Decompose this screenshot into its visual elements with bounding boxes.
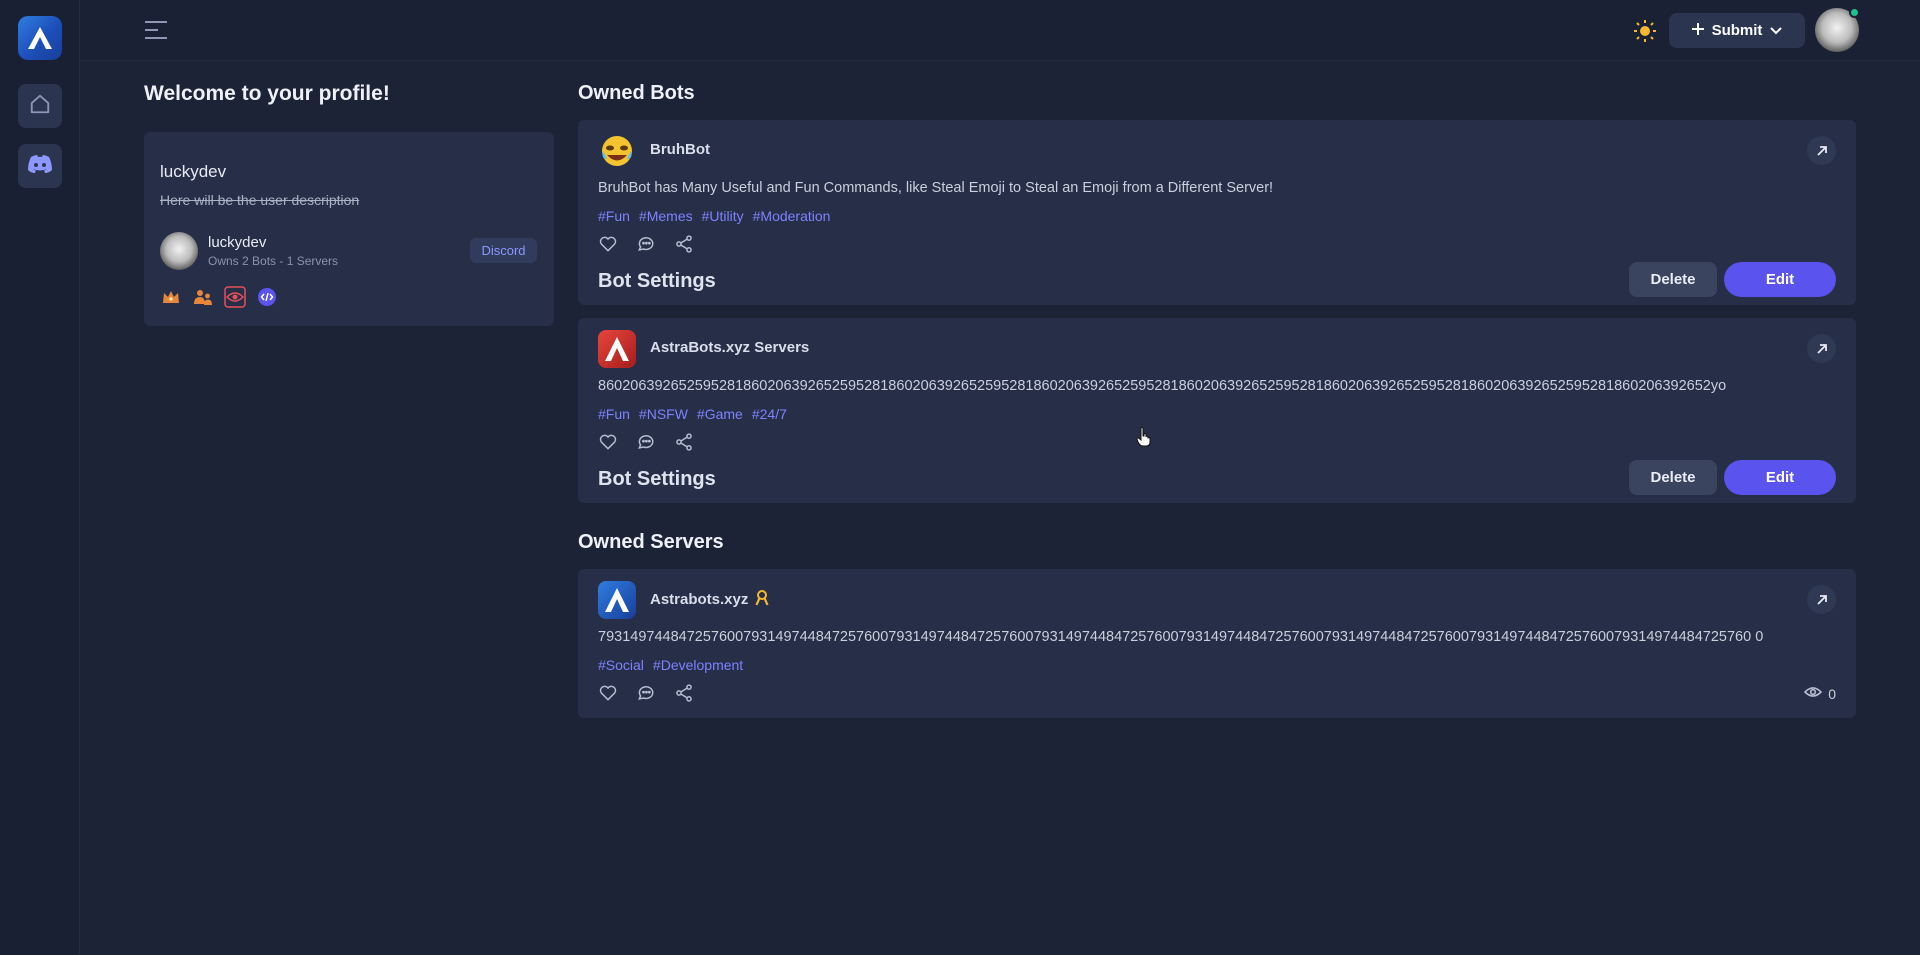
online-status-dot (1849, 7, 1860, 18)
heart-icon[interactable] (598, 234, 618, 254)
bot-description: BruhBot has Many Useful and Fun Commands… (598, 180, 1274, 196)
bot-card: BruhBot BruhBot has Many Useful and Fun … (578, 120, 1856, 305)
comment-icon[interactable] (636, 683, 656, 703)
code-icon (256, 286, 278, 308)
tag[interactable]: #Development (653, 657, 743, 673)
edit-button[interactable]: Edit (1724, 460, 1836, 495)
discord-button[interactable]: Discord (470, 238, 537, 263)
page-title: Welcome to your profile! (144, 82, 390, 105)
hamburger-icon[interactable] (144, 20, 168, 40)
edit-button[interactable]: Edit (1724, 262, 1836, 297)
delete-button[interactable]: Delete (1629, 262, 1717, 297)
bot-avatar (598, 330, 636, 368)
astrabots-logo-icon[interactable] (18, 16, 62, 60)
tag-list: #Social #Development (598, 657, 743, 673)
bot-title[interactable]: BruhBot (650, 141, 710, 158)
users-icon (192, 286, 214, 308)
tag[interactable]: #Game (697, 406, 743, 422)
bot-settings-label: Bot Settings (598, 468, 716, 490)
comment-icon[interactable] (636, 432, 656, 452)
submit-button[interactable]: Submit (1669, 13, 1805, 48)
eye-icon (1804, 685, 1823, 702)
eye-icon (224, 286, 246, 308)
submit-label: Submit (1711, 22, 1763, 39)
owned-bots-heading: Owned Bots (578, 82, 695, 104)
plus-icon (1691, 22, 1704, 39)
sun-icon[interactable] (1633, 19, 1657, 43)
crown-icon (160, 286, 182, 308)
profile-card: luckydev Here will be the user descripti… (144, 132, 554, 326)
discord-icon (27, 154, 53, 179)
tag[interactable]: #Fun (598, 208, 630, 224)
external-link-icon[interactable] (1807, 136, 1836, 165)
ribbon-icon (755, 590, 769, 610)
action-row (598, 432, 694, 452)
sidebar-item-discord[interactable] (18, 144, 62, 188)
bot-settings-label: Bot Settings (598, 270, 716, 292)
heart-icon[interactable] (598, 432, 618, 452)
hand-cursor-icon (1136, 427, 1152, 447)
tag[interactable]: #NSFW (639, 406, 688, 422)
tag[interactable]: #Memes (639, 208, 693, 224)
heart-icon[interactable] (598, 683, 618, 703)
view-count: 0 (1804, 685, 1836, 702)
badge-list (160, 286, 278, 308)
action-row (598, 683, 694, 703)
tag[interactable]: #24/7 (752, 406, 787, 422)
share-icon[interactable] (674, 432, 694, 452)
bot-title[interactable]: AstraBots.xyz Servers (650, 339, 809, 356)
share-icon[interactable] (674, 234, 694, 254)
view-count-value: 0 (1828, 685, 1836, 702)
external-link-icon[interactable] (1807, 585, 1836, 614)
tag-list: #Fun #NSFW #Game #24/7 (598, 406, 787, 422)
sidebar-item-home[interactable] (18, 84, 62, 128)
tag[interactable]: #Fun (598, 406, 630, 422)
tag[interactable]: #Social (598, 657, 644, 673)
action-row (598, 234, 694, 254)
chevron-down-icon (1770, 22, 1783, 39)
home-icon (29, 93, 51, 120)
server-title-text: Astrabots.xyz (650, 590, 749, 608)
share-icon[interactable] (674, 683, 694, 703)
tag[interactable]: #Utility (702, 208, 744, 224)
profile-name: luckydev (160, 162, 227, 181)
tag[interactable]: #Moderation (753, 208, 831, 224)
bot-card: AstraBots.xyz Servers 860206392652595281… (578, 318, 1856, 503)
tag-list: #Fun #Memes #Utility #Moderation (598, 208, 830, 224)
owned-servers-heading: Owned Servers (578, 531, 724, 553)
comment-icon[interactable] (636, 234, 656, 254)
profile-avatar (160, 232, 198, 270)
profile-stats: Owns 2 Bots - 1 Servers (208, 254, 339, 268)
server-title[interactable]: Astrabots.xyz (650, 590, 769, 610)
delete-button[interactable]: Delete (1629, 460, 1717, 495)
server-card: Astrabots.xyz 79314974484725760079314974… (578, 569, 1856, 718)
profile-description: Here will be the user description (160, 192, 360, 208)
external-link-icon[interactable] (1807, 334, 1836, 363)
server-description: 7931497448472576007931497448472576007931… (598, 629, 1764, 645)
server-avatar (598, 581, 636, 619)
sidebar (0, 0, 80, 955)
bot-avatar (598, 132, 636, 170)
profile-username: luckydev (208, 234, 267, 251)
bot-description: 8602063926525952818602063926525952818602… (598, 378, 1727, 394)
